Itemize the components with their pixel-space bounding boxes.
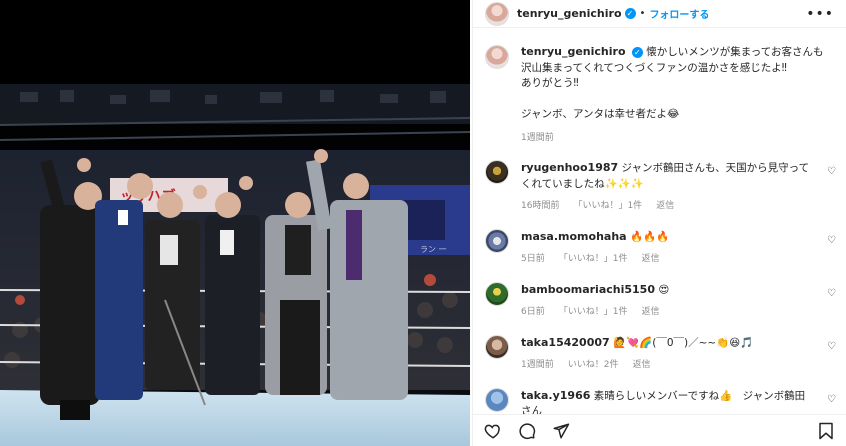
caption-timestamp[interactable]: 1週間前 (521, 131, 831, 147)
commenter-avatar[interactable] (485, 228, 509, 253)
comment-item: taka.y1966 素晴らしいメンバーですね👍 ジャンボ鶴田さん ♡ (473, 387, 846, 414)
comment-item: ryugenhoo1987 ジャンボ鶴田さんも、天国から見守ってくれていましたね… (473, 160, 846, 215)
commenter-username[interactable]: masa.momohaha (521, 230, 627, 243)
comment-item: masa.momohaha 🔥🔥🔥 5日前 「いいね！」1件 返信 ♡ (473, 228, 846, 268)
author-avatar[interactable] (485, 1, 509, 26)
heart-icon[interactable] (483, 421, 503, 441)
screen-text: ラン 一 (420, 245, 447, 254)
comment-likes-count[interactable]: 「いいね！」1件 (559, 305, 628, 321)
reply-button[interactable]: 返信 (656, 199, 674, 215)
comment-timestamp[interactable]: 16時間前 (521, 199, 559, 215)
comment-timestamp[interactable]: 6日前 (521, 305, 545, 321)
small-heart-icon[interactable]: ♡ (827, 166, 836, 177)
commenter-username[interactable]: taka.y1966 (521, 389, 590, 402)
comment-text: 🔥🔥🔥 (629, 230, 670, 243)
caption-verified-badge-icon: ✓ (631, 47, 643, 59)
commenter-avatar[interactable] (485, 160, 509, 184)
share-icon[interactable] (551, 421, 571, 441)
photo-scene: ッサハブ ラン 一 (0, 0, 470, 446)
caption-username[interactable]: tenryu_genichiro (521, 45, 626, 58)
post-header: tenryu_genichiro ✓ • フォローする ••• (473, 0, 846, 28)
small-heart-icon[interactable]: ♡ (827, 235, 836, 246)
author-username[interactable]: tenryu_genichiro (517, 7, 622, 20)
reply-button[interactable]: 返信 (641, 252, 659, 268)
comment-timestamp[interactable]: 1週間前 (521, 358, 554, 374)
comments-scroll-area[interactable]: tenryu_genichiro ✓ 懐かしいメンツが集まってお客さんも沢山集ま… (473, 40, 846, 414)
comment-text: 😍 (658, 283, 670, 296)
comment-item: bamboomariachi5150 😍 6日前 「いいね！」1件 返信 ♡ (473, 281, 846, 321)
commenter-username[interactable]: taka15420007 (521, 336, 610, 349)
comment-item: taka15420007 🙋💘🌈(￣0￣)／~~👏😆🎵 1週間前 いいね！2件 … (473, 334, 846, 374)
comment-likes-count[interactable]: 「いいね！」1件 (559, 252, 628, 268)
reply-button[interactable]: 返信 (632, 358, 650, 374)
header-dot-separator: • (639, 8, 646, 19)
commenter-avatar[interactable] (485, 281, 509, 306)
follow-button[interactable]: フォローする (649, 6, 709, 21)
commenter-avatar[interactable] (485, 334, 509, 359)
caption-author-avatar[interactable] (485, 45, 509, 69)
verified-badge-icon: ✓ (624, 8, 636, 19)
more-options-icon[interactable]: ••• (806, 6, 834, 22)
small-heart-icon[interactable]: ♡ (827, 394, 836, 405)
comment-likes-count[interactable]: いいね！2件 (568, 358, 619, 374)
commenter-username[interactable]: bamboomariachi5150 (521, 283, 655, 296)
post-side-panel: tenryu_genichiro ✓ • フォローする ••• tenryu_g… (472, 0, 846, 446)
small-heart-icon[interactable]: ♡ (827, 341, 836, 352)
bookmark-icon[interactable] (816, 421, 836, 441)
post-photo[interactable]: ッサハブ ラン 一 (0, 0, 470, 446)
small-heart-icon[interactable]: ♡ (827, 288, 836, 299)
post-caption: tenryu_genichiro ✓ 懐かしいメンツが集まってお客さんも沢山集ま… (473, 40, 846, 146)
reply-button[interactable]: 返信 (641, 305, 659, 321)
post-action-bar (473, 414, 846, 446)
comment-text: 🙋💘🌈(￣0￣)／~~👏😆🎵 (613, 336, 754, 349)
comment-icon[interactable] (517, 421, 537, 441)
commenter-avatar[interactable] (485, 387, 509, 412)
commenter-username[interactable]: ryugenhoo1987 (521, 161, 618, 174)
comment-likes-count[interactable]: 「いいね！」1件 (573, 199, 642, 215)
comment-timestamp[interactable]: 5日前 (521, 252, 545, 268)
